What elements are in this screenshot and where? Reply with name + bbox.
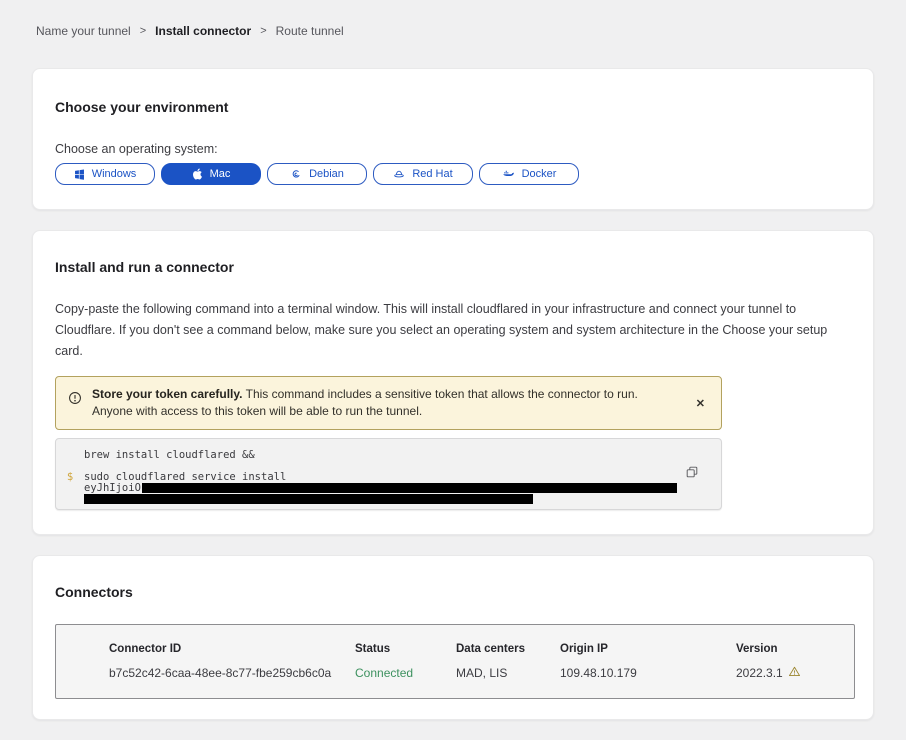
terminal-line-1: brew install cloudflared &&	[56, 449, 721, 462]
table-header-row: Connector ID Status Data centers Origin …	[109, 643, 854, 655]
column-header-version: Version	[736, 643, 854, 655]
version-value: 2022.3.1	[736, 665, 854, 681]
docker-icon	[502, 168, 515, 180]
install-card-title: Install and run a connector	[55, 259, 851, 275]
redacted-token-bar	[142, 483, 677, 493]
connectors-card-title: Connectors	[55, 584, 851, 600]
breadcrumb-separator: >	[260, 25, 266, 37]
environment-card-title: Choose your environment	[55, 99, 851, 115]
terminal-prompt: $	[56, 472, 84, 483]
column-header-data-centers: Data centers	[456, 643, 560, 655]
token-warning-title: Store your token carefully.	[92, 387, 243, 401]
status-badge: Connected	[355, 666, 456, 680]
os-button-debian[interactable]: Debian	[267, 163, 367, 185]
breadcrumb: Name your tunnel > Install connector > R…	[0, 0, 906, 38]
os-select-label: Choose an operating system:	[55, 142, 851, 156]
os-button-label: Windows	[92, 168, 137, 180]
install-connector-card: Install and run a connector Copy-paste t…	[32, 230, 874, 535]
column-header-origin-ip: Origin IP	[560, 643, 736, 655]
column-header-connector-id: Connector ID	[109, 643, 355, 655]
terminal-line-4	[56, 494, 721, 504]
data-centers-value: MAD, LIS	[456, 666, 560, 680]
alert-circle-icon	[68, 391, 82, 410]
choose-environment-card: Choose your environment Choose an operat…	[32, 68, 874, 210]
terminal-command-block: brew install cloudflared && $ sudo cloud…	[55, 438, 722, 510]
debian-icon	[290, 168, 302, 180]
connector-id-value: b7c52c42-6caa-48ee-8c77-fbe259cb6c0a	[109, 666, 355, 680]
terminal-line-3: eyJhIjoiO	[56, 483, 721, 494]
origin-ip-value: 109.48.10.179	[560, 666, 736, 680]
connectors-table: Connector ID Status Data centers Origin …	[55, 624, 855, 699]
terminal-gutter	[56, 494, 84, 504]
version-number: 2022.3.1	[736, 666, 783, 680]
token-prefix-text: eyJhIjoiO	[84, 483, 141, 494]
os-button-redhat[interactable]: Red Hat	[373, 163, 473, 185]
os-button-group: Windows Mac Debian Red Hat	[55, 163, 851, 185]
terminal-line-2: $ sudo cloudflared service install	[56, 472, 721, 483]
os-button-label: Docker	[522, 168, 557, 180]
token-warning-banner: Store your token carefully. This command…	[55, 376, 722, 430]
terminal-gutter	[56, 483, 84, 494]
windows-icon	[74, 169, 85, 180]
os-button-label: Red Hat	[412, 168, 452, 180]
os-button-label: Debian	[309, 168, 344, 180]
apple-icon	[192, 168, 203, 180]
install-description: Copy-paste the following command into a …	[55, 299, 847, 362]
copy-icon[interactable]	[685, 465, 699, 482]
redhat-icon	[393, 168, 405, 180]
column-header-status: Status	[355, 643, 456, 655]
terminal-command-text: brew install cloudflared &&	[84, 449, 255, 462]
breadcrumb-route-tunnel[interactable]: Route tunnel	[276, 24, 344, 38]
breadcrumb-name-your-tunnel[interactable]: Name your tunnel	[36, 24, 131, 38]
token-warning-text: Store your token carefully. This command…	[92, 386, 682, 420]
warning-triangle-icon	[788, 665, 801, 681]
table-row: b7c52c42-6caa-48ee-8c77-fbe259cb6c0a Con…	[109, 665, 854, 681]
os-button-docker[interactable]: Docker	[479, 163, 579, 185]
os-button-label: Mac	[210, 168, 231, 180]
tunnel-setup-page: Name your tunnel > Install connector > R…	[0, 0, 906, 740]
os-button-windows[interactable]: Windows	[55, 163, 155, 185]
breadcrumb-install-connector[interactable]: Install connector	[155, 24, 251, 38]
breadcrumb-separator: >	[140, 25, 146, 37]
os-button-mac[interactable]: Mac	[161, 163, 261, 185]
close-icon[interactable]: ✕	[692, 395, 709, 412]
connectors-card: Connectors Connector ID Status Data cent…	[32, 555, 874, 720]
terminal-gutter	[56, 449, 84, 462]
redacted-token-bar	[84, 494, 533, 504]
